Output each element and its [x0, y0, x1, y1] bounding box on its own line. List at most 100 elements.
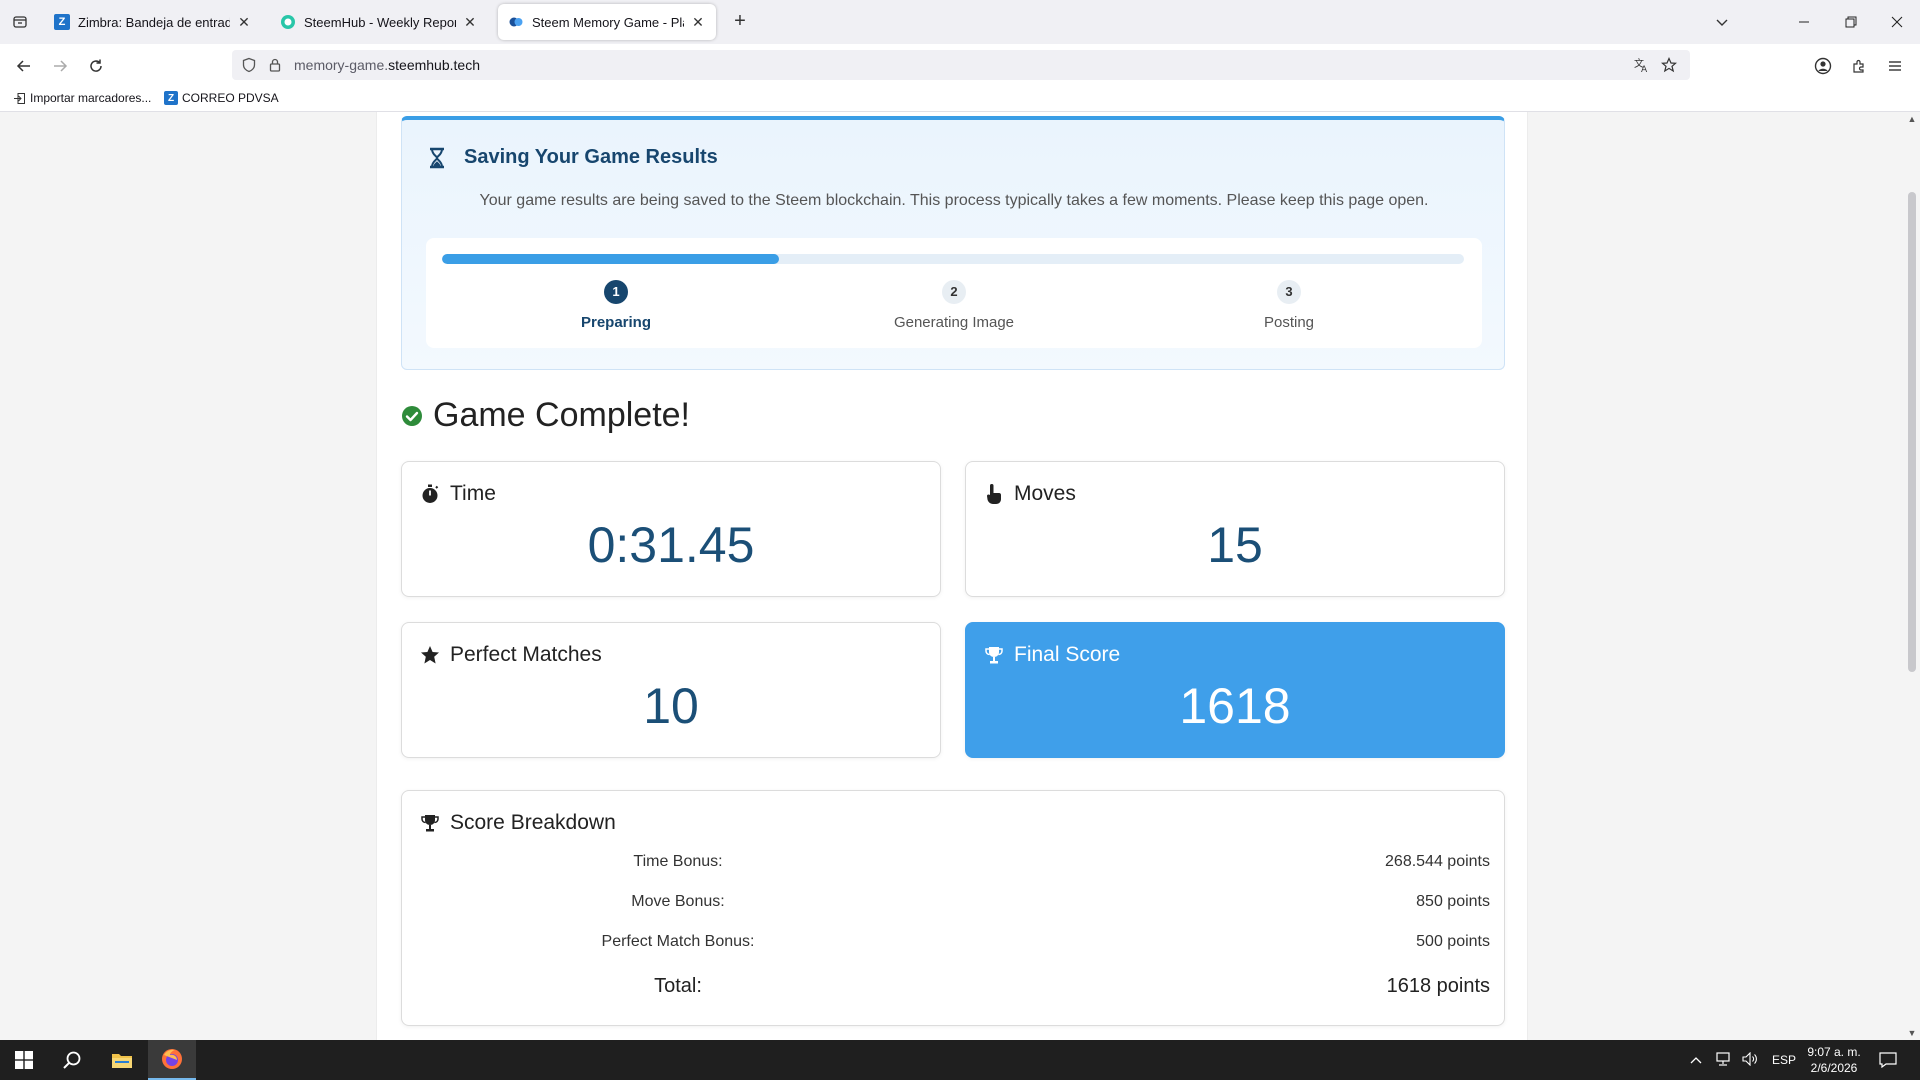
tracking-shield-icon[interactable]	[240, 56, 258, 74]
notifications-icon[interactable]	[1864, 1040, 1912, 1080]
close-tab-icon[interactable]: ✕	[690, 14, 706, 30]
page-scrollbar[interactable]: ▲ ▼	[1904, 112, 1920, 1040]
perfect-matches-header: Perfect Matches	[420, 643, 602, 667]
close-window-icon[interactable]	[1883, 8, 1911, 36]
step-number: 2	[942, 280, 966, 304]
clock-time: 9:07 a. m.	[1807, 1045, 1861, 1059]
network-icon[interactable]	[1714, 1051, 1732, 1069]
navigation-toolbar: memory-game.steemhub.tech 文A	[0, 44, 1920, 86]
time-label: Time	[450, 482, 496, 505]
score-breakdown-header: Score Breakdown	[420, 811, 616, 835]
clock[interactable]: 9:07 a. m. 2/6/2026	[1800, 1044, 1868, 1076]
firefox-icon[interactable]	[148, 1040, 196, 1080]
windows-taskbar: ESP 9:07 a. m. 2/6/2026	[0, 1040, 1920, 1080]
final-score-card: Final Score 1618	[965, 622, 1505, 758]
file-explorer-icon[interactable]	[98, 1040, 146, 1080]
list-all-tabs-icon[interactable]	[1708, 8, 1736, 36]
hourglass-icon	[426, 147, 448, 169]
pointer-hand-icon	[984, 484, 1004, 504]
step-generating-image: 2 Generating Image	[854, 280, 1054, 331]
steem-logo-icon	[508, 14, 524, 30]
new-tab-icon[interactable]: +	[728, 10, 752, 34]
scroll-down-icon[interactable]: ▼	[1907, 1028, 1917, 1038]
saving-results-panel: Saving Your Game Results Your game resul…	[401, 116, 1505, 370]
bookmark-label: CORREO PDVSA	[182, 91, 279, 105]
time-card: Time 0:31.45	[401, 461, 941, 597]
moves-card: Moves 15	[965, 461, 1505, 597]
bookmark-star-icon[interactable]	[1660, 56, 1678, 74]
import-icon	[12, 91, 26, 105]
moves-card-header: Moves	[984, 482, 1076, 506]
bookmark-import[interactable]: Importar marcadores...	[12, 91, 151, 105]
tab-steemhub[interactable]: SteemHub - Weekly Report - W ✕	[270, 4, 488, 40]
volume-icon[interactable]	[1742, 1051, 1758, 1069]
moves-value: 15	[1207, 517, 1263, 573]
breakdown-row: Perfect Match Bonus: 500 points	[402, 933, 1506, 957]
svg-text:A: A	[1641, 65, 1648, 73]
step-label: Preparing	[580, 314, 652, 331]
breakdown-row-label: Perfect Match Bonus:	[601, 933, 755, 950]
close-tab-icon[interactable]: ✕	[236, 14, 252, 30]
bookmark-label: Importar marcadores...	[30, 91, 152, 105]
minimize-icon[interactable]	[1790, 8, 1818, 36]
url-bar[interactable]: memory-game.steemhub.tech 文A	[232, 50, 1690, 80]
step-label: Posting	[1263, 314, 1315, 331]
tab-zimbra[interactable]: Z Zimbra: Bandeja de entrada ✕	[44, 4, 262, 40]
extensions-icon[interactable]	[1845, 52, 1873, 80]
back-icon[interactable]	[10, 52, 38, 80]
chevron-up-icon[interactable]	[1690, 1053, 1702, 1067]
tab-memory-game[interactable]: Steem Memory Game - Play an ✕	[498, 4, 716, 40]
translate-icon[interactable]: 文A	[1632, 56, 1650, 74]
url-domain: steemhub.tech	[388, 57, 480, 73]
bookmark-correo-pdvsa[interactable]: Z CORREO PDVSA	[164, 91, 279, 105]
url-prefix: memory-game.	[294, 57, 389, 73]
url-text[interactable]: memory-game.steemhub.tech	[294, 57, 480, 73]
bookmarks-toolbar: Importar marcadores... Z CORREO PDVSA	[0, 86, 1920, 112]
tab-list-icon[interactable]	[8, 10, 32, 34]
forward-icon[interactable]	[46, 52, 74, 80]
menu-icon[interactable]	[1881, 52, 1909, 80]
tab-title: Zimbra: Bandeja de entrada	[78, 14, 230, 30]
perfect-matches-label: Perfect Matches	[450, 643, 602, 666]
tab-title: Steem Memory Game - Play an	[532, 14, 684, 30]
breakdown-total-label: Total:	[654, 975, 702, 997]
zimbra-logo-icon: Z	[54, 14, 70, 30]
star-icon	[420, 645, 440, 665]
game-complete-heading: Game Complete!	[401, 396, 690, 435]
steemhub-logo-icon	[280, 14, 296, 30]
windows-start-icon[interactable]	[0, 1040, 48, 1080]
input-language[interactable]: ESP	[1772, 1053, 1796, 1067]
trophy-icon	[420, 813, 440, 833]
step-label: Generating Image	[893, 314, 1015, 331]
tab-bar: Z Zimbra: Bandeja de entrada ✕ SteemHub …	[0, 0, 1920, 44]
scroll-thumb[interactable]	[1908, 192, 1916, 672]
step-number: 1	[604, 280, 628, 304]
perfect-matches-value: 10	[643, 678, 699, 734]
breakdown-row: Time Bonus: 268.544 points	[402, 853, 1506, 877]
check-circle-icon	[402, 405, 422, 426]
score-breakdown: Score Breakdown Time Bonus: 268.544 poin…	[401, 790, 1505, 1026]
search-icon[interactable]	[48, 1040, 96, 1080]
perfect-matches-card: Perfect Matches 10	[401, 622, 941, 758]
account-icon[interactable]	[1809, 52, 1837, 80]
time-value: 0:31.45	[587, 517, 755, 573]
system-tray: ESP	[1690, 1040, 1796, 1080]
progress-fill	[442, 254, 780, 264]
restore-icon[interactable]	[1837, 8, 1865, 36]
scroll-up-icon[interactable]: ▲	[1907, 114, 1917, 124]
reload-icon[interactable]	[82, 52, 110, 80]
progress-track	[442, 254, 1464, 264]
breakdown-row-value: 500 points	[1416, 933, 1490, 950]
breakdown-row-label: Time Bonus:	[633, 853, 723, 870]
saving-title: Saving Your Game Results	[464, 146, 718, 168]
progress-card: 1 Preparing 2 Generating Image 3 Posting	[426, 238, 1482, 348]
step-preparing: 1 Preparing	[516, 280, 716, 331]
trophy-icon	[984, 645, 1004, 665]
lock-icon[interactable]	[266, 56, 284, 74]
breakdown-row: Move Bonus: 850 points	[402, 893, 1506, 917]
breakdown-row-value: 850 points	[1416, 893, 1490, 910]
saving-header: Saving Your Game Results	[426, 146, 718, 169]
close-tab-icon[interactable]: ✕	[462, 14, 478, 30]
breakdown-total-value: 1618 points	[1386, 975, 1490, 997]
moves-label: Moves	[1014, 482, 1076, 505]
